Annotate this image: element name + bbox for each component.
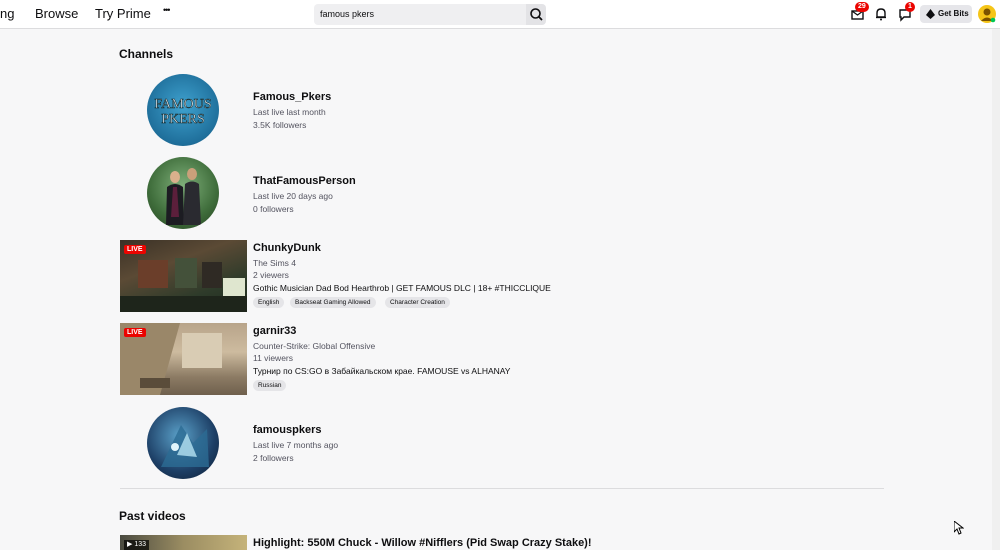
channel-avatar-famouspkers[interactable] bbox=[147, 407, 219, 479]
channel-followers: 0 followers bbox=[253, 204, 294, 214]
stream-category[interactable]: The Sims 4 bbox=[253, 258, 296, 268]
video-thumbnail[interactable]: ▶ 133 bbox=[120, 535, 247, 550]
stream-title[interactable]: Турнир по CS:GO в Забайкальском крае. FA… bbox=[253, 366, 510, 376]
tag-character-creation[interactable]: Character Creation bbox=[385, 297, 450, 308]
whispers-button[interactable]: 1 bbox=[896, 2, 915, 23]
channel-last-live: Last live 20 days ago bbox=[253, 191, 333, 201]
avatar-artwork bbox=[161, 425, 209, 467]
stream-viewers: 2 viewers bbox=[253, 270, 289, 280]
whispers-count-badge: 1 bbox=[905, 2, 915, 12]
nav-following-link[interactable]: ng bbox=[0, 6, 14, 21]
channel-name-famous-pkers[interactable]: Famous_Pkers bbox=[253, 91, 331, 103]
tag-english[interactable]: English bbox=[253, 297, 285, 308]
channel-name-chunkydunk[interactable]: ChunkyDunk bbox=[253, 242, 321, 254]
search-icon bbox=[530, 8, 543, 21]
channel-name-famouspkers[interactable]: famouspkers bbox=[253, 424, 321, 436]
channel-name-garnir33[interactable]: garnir33 bbox=[253, 325, 296, 337]
famous-pkers-logo: FAMOUS PKERS bbox=[154, 97, 212, 128]
get-bits-label: Get Bits bbox=[938, 9, 969, 18]
video-title[interactable]: Highlight: 550M Chuck - Willow #Nifflers… bbox=[253, 537, 592, 549]
stream-title[interactable]: Gothic Musician Dad Bod Hearthrob | GET … bbox=[253, 283, 551, 293]
get-bits-button[interactable]: Get Bits bbox=[920, 5, 972, 23]
tag-backseat-gaming[interactable]: Backseat Gaming Allowed bbox=[290, 297, 376, 308]
user-avatar-icon bbox=[981, 8, 996, 23]
page-scrollbar[interactable] bbox=[992, 29, 1000, 550]
inbox-count-badge: 29 bbox=[855, 2, 869, 12]
live-badge: LIVE bbox=[124, 328, 146, 337]
live-badge: LIVE bbox=[124, 245, 146, 254]
bell-icon bbox=[876, 8, 886, 21]
channel-followers: 3.5K followers bbox=[253, 120, 307, 130]
tag-russian[interactable]: Russian bbox=[253, 380, 287, 391]
channel-followers: 2 followers bbox=[253, 453, 294, 463]
stream-thumbnail-chunkydunk[interactable]: LIVE bbox=[120, 240, 247, 312]
channel-last-live: Last live last month bbox=[253, 107, 326, 117]
svg-text:FAMOUS: FAMOUS bbox=[154, 97, 211, 112]
notifications-button[interactable] bbox=[872, 5, 890, 23]
avatar-photo bbox=[166, 168, 201, 225]
svg-text:PKERS: PKERS bbox=[161, 112, 205, 127]
stream-thumbnail-garnir33[interactable]: LIVE bbox=[120, 323, 247, 395]
search-button[interactable] bbox=[526, 4, 546, 25]
stream-viewers: 11 viewers bbox=[253, 353, 293, 363]
stream-category[interactable]: Counter-Strike: Global Offensive bbox=[253, 341, 375, 351]
video-views-count: ▶ 133 bbox=[124, 540, 150, 550]
section-divider bbox=[120, 488, 884, 489]
nav-try-prime-link[interactable]: Try Prime bbox=[95, 6, 151, 21]
bits-icon bbox=[926, 9, 935, 19]
channel-avatar-that-famous-person[interactable] bbox=[147, 157, 219, 229]
user-avatar[interactable] bbox=[978, 5, 996, 23]
channels-section-title: Channels bbox=[119, 47, 174, 61]
channel-last-live: Last live 7 months ago bbox=[253, 440, 339, 450]
inbox-button[interactable]: 29 bbox=[849, 2, 869, 23]
mouse-cursor-icon bbox=[954, 521, 964, 535]
top-nav-bar: ng Browse Try Prime ••• famous pkers 29 … bbox=[0, 0, 1000, 29]
past-videos-section-title: Past videos bbox=[119, 509, 186, 523]
channel-avatar-famous-pkers[interactable]: FAMOUS PKERS bbox=[147, 74, 219, 146]
search-input[interactable]: famous pkers bbox=[314, 4, 526, 25]
channel-name-that-famous-person[interactable]: ThatFamousPerson bbox=[253, 175, 356, 187]
nav-browse-link[interactable]: Browse bbox=[35, 6, 78, 21]
more-menu-icon[interactable]: ••• bbox=[163, 5, 171, 15]
